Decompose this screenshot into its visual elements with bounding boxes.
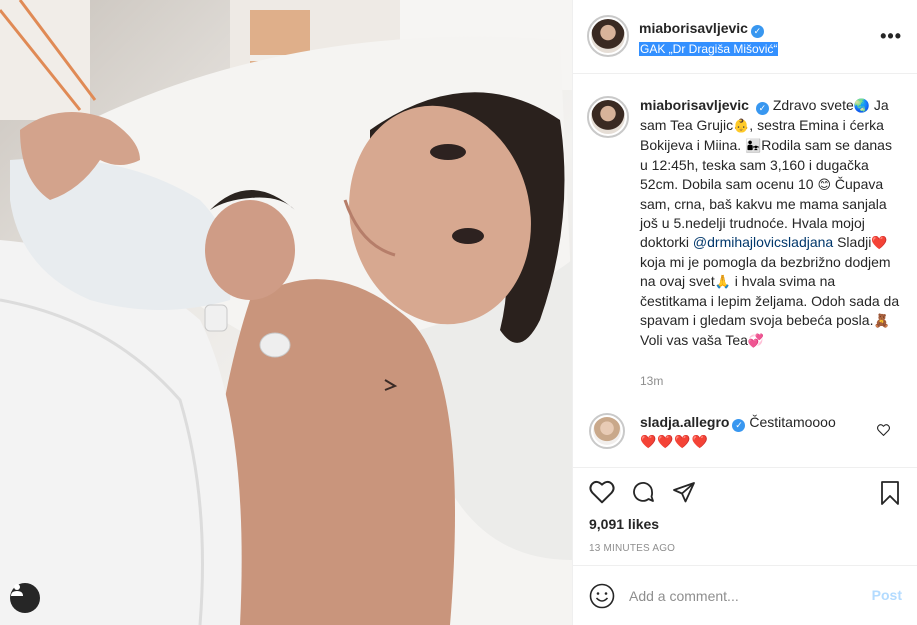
heart-icon[interactable] [589,480,615,509]
comments-area: miaborisavljevic ✓ Zdravo svete🌏 Ja sam T… [573,74,917,468]
comment-icon[interactable] [630,480,656,509]
more-icon[interactable]: ••• [880,26,902,47]
verified-icon: ✓ [750,25,764,38]
comment-avatar[interactable] [589,413,625,449]
post-location[interactable]: GAK „Dr Dragiša Mišović“ [639,42,779,56]
post-side-panel: miaborisavljevic ✓ GAK „Dr Dragiša Mišovi… [572,0,917,625]
heart-emoji: ❤️ [871,236,888,251]
comment-like-icon[interactable] [877,423,890,441]
comment-text: Čestitamoooo [749,414,836,430]
caption-text: Zdravo svete [772,97,854,113]
comment: sladja.allegro ✓ Čestitamoooo ❤️❤️❤️❤️ [640,413,870,452]
add-comment-bar: Post [573,565,917,625]
user-tag-icon[interactable] [10,583,40,613]
bookmark-icon[interactable] [878,480,902,511]
photo-illustration [0,0,572,625]
post-comment-button[interactable]: Post [872,587,902,603]
instagram-post-modal: miaborisavljevic ✓ GAK „Dr Dragiša Mišovi… [0,0,917,625]
post-header: miaborisavljevic ✓ GAK „Dr Dragiša Mišovi… [573,0,917,74]
post-timestamp[interactable]: 13 MINUTES AGO [589,543,675,554]
likes-count[interactable]: 9,091 likes [589,516,659,532]
caption-avatar[interactable] [587,96,629,138]
verified-icon: ✓ [732,419,746,432]
globe-emoji: 🌏 [853,99,870,114]
post-username[interactable]: miaborisavljevic [639,20,748,36]
caption-text: Voli vas vaša Tea [640,332,748,348]
hearts-emoji: 💞 [747,334,765,349]
family-emoji: 👨‍👧 [745,139,762,154]
avatar[interactable] [587,15,629,57]
verified-icon: ✓ [755,102,769,115]
comment-hearts: ❤️❤️❤️❤️ [640,435,709,450]
emoji-icon[interactable] [589,583,615,614]
caption-text: Sladji [833,234,872,250]
pray-emoji: 🙏 [714,275,731,290]
teddy-emoji: 🧸 [873,314,890,329]
caption-mention[interactable]: @drmihajlovicsladjana [693,234,833,250]
share-icon[interactable] [671,480,697,509]
caption-username[interactable]: miaborisavljevic [640,97,749,113]
baby-emoji: 👶 [733,119,750,134]
smile-emoji: 😊 [817,178,831,193]
post-caption: miaborisavljevic ✓ Zdravo svete🌏 Ja sam T… [640,96,900,351]
caption-time[interactable]: 13m [640,374,663,388]
comment-input[interactable] [629,586,849,606]
comment-username[interactable]: sladja.allegro [640,414,729,430]
post-photo[interactable] [0,0,572,625]
